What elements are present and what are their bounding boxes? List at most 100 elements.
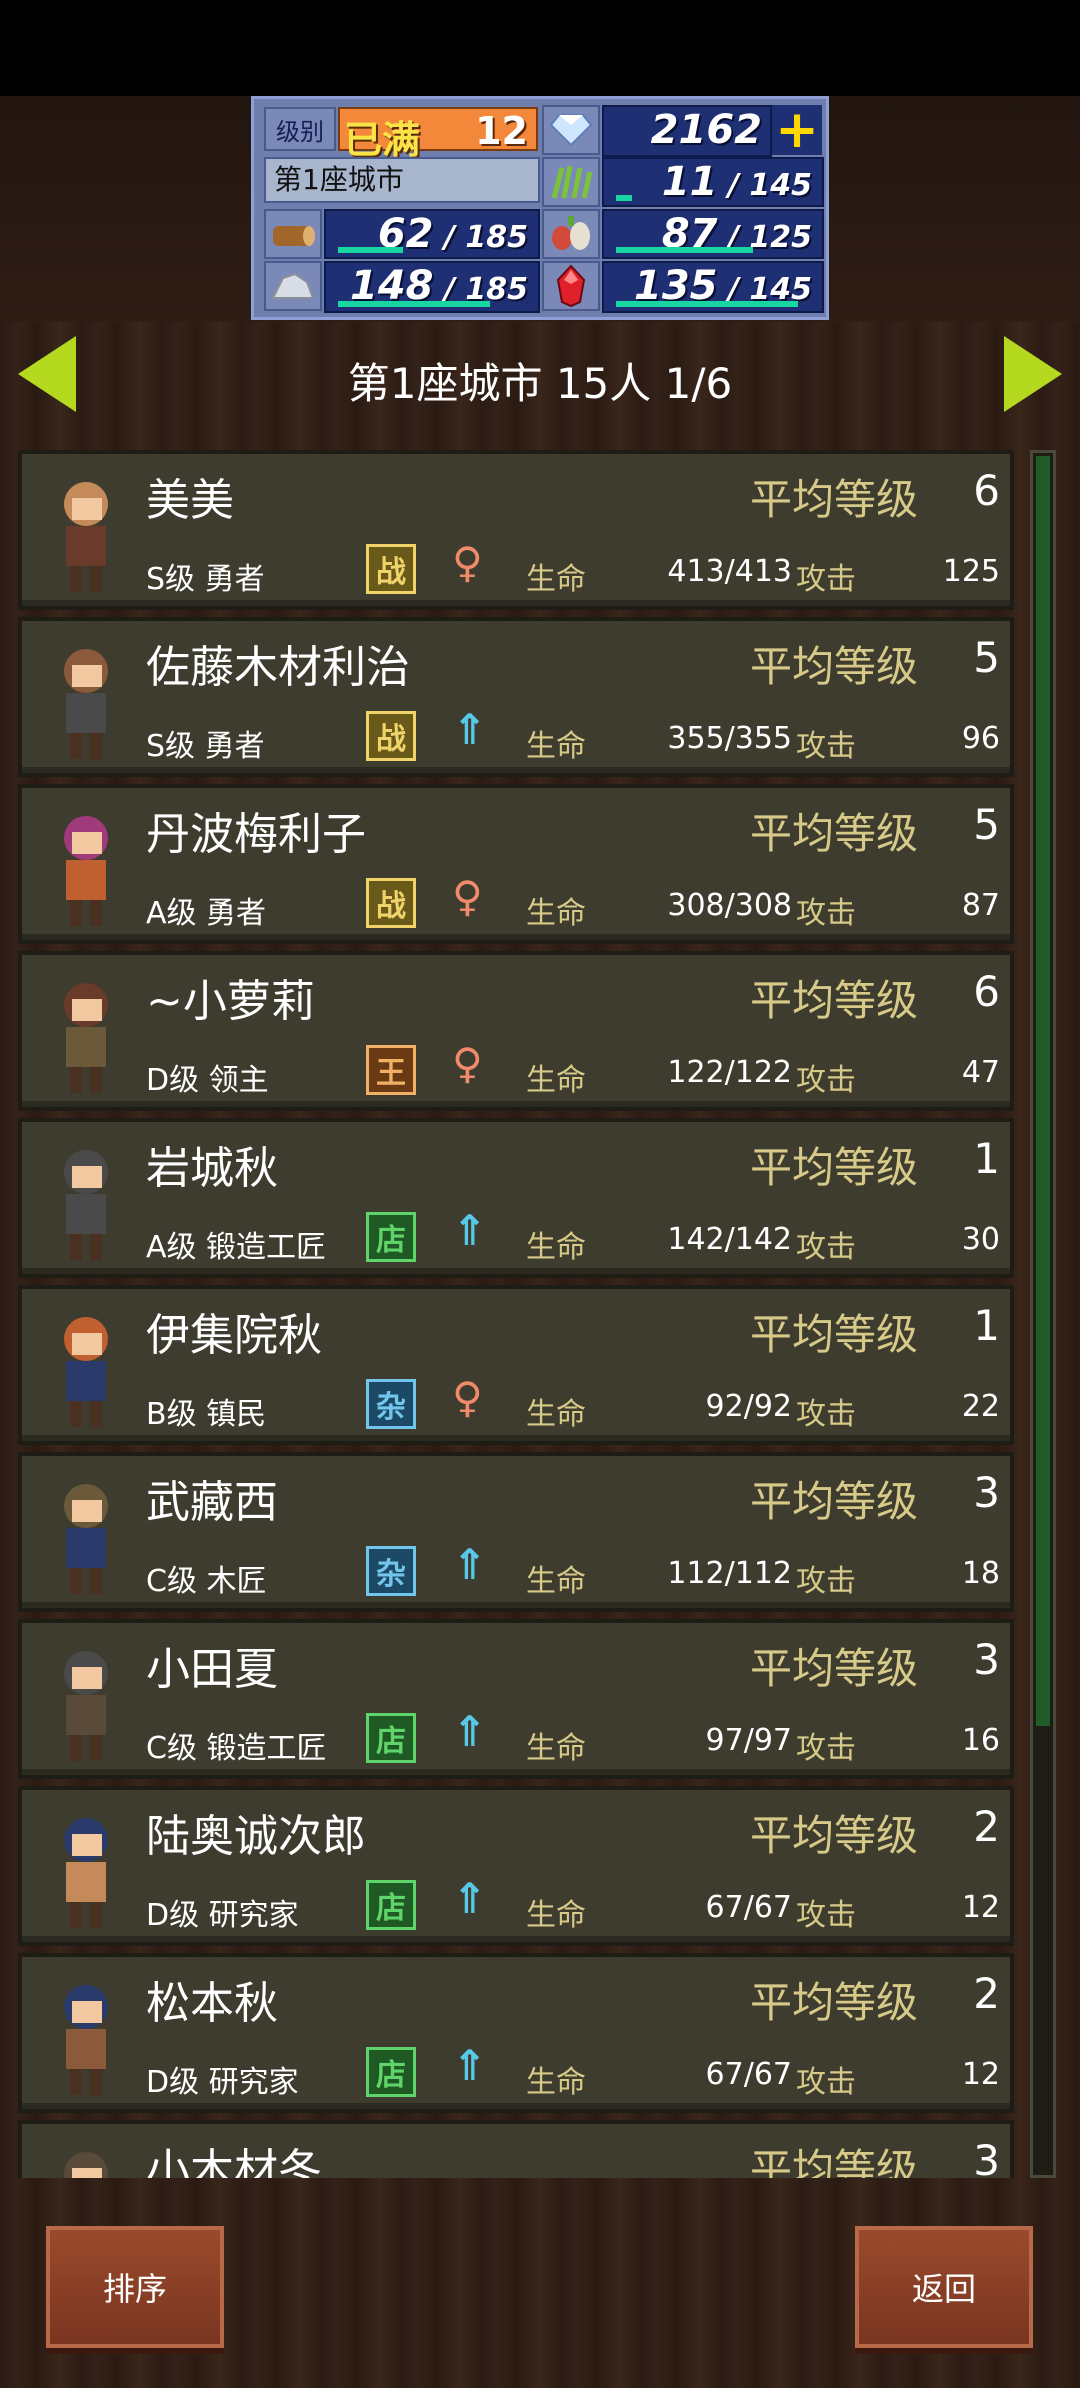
resident-rank-class: D级 领主 — [146, 1063, 269, 1098]
sort-button[interactable]: 排序 — [46, 2226, 224, 2348]
back-button[interactable]: 返回 — [855, 2226, 1033, 2348]
food-bar — [616, 247, 753, 253]
food-icon — [542, 209, 600, 259]
average-level-label: 平均等级 — [749, 642, 918, 691]
resident-row[interactable]: 丹波梅利子 平均等级 5 A级 勇者 战 ♀ 生命 308/308 攻击 87 — [18, 784, 1014, 944]
wood-counter: 62 / 185 — [324, 209, 540, 259]
resident-name: 武藏西 — [146, 1477, 278, 1528]
job-badge: 店 — [366, 1713, 416, 1763]
resident-rank-class: A级 锻造工匠 — [146, 1230, 327, 1265]
attack-label: 攻击 — [796, 729, 856, 764]
resident-name: 丹波梅利子 — [146, 809, 366, 860]
ruby-bar — [616, 301, 798, 307]
resident-level: 3 — [973, 1635, 1000, 1684]
resident-name: 小田夏 — [146, 1644, 278, 1695]
average-level-label: 平均等级 — [749, 2145, 918, 2178]
average-level-label: 平均等级 — [749, 1310, 918, 1359]
attack-label: 攻击 — [796, 1731, 856, 1766]
wood-max: 185 — [465, 220, 528, 255]
average-level-label: 平均等级 — [749, 1811, 918, 1860]
average-level-label: 平均等级 — [749, 475, 918, 524]
job-badge: 战 — [366, 544, 416, 594]
hp-label: 生命 — [526, 2065, 586, 2100]
resident-rank-class: D级 研究家 — [146, 1898, 299, 1933]
attack-label: 攻击 — [796, 896, 856, 931]
resident-row[interactable]: 陆奥诚次郎 平均等级 2 D级 研究家 店 ⇑ 生命 67/67 攻击 12 — [18, 1786, 1014, 1946]
resident-avatar — [34, 798, 144, 932]
resident-avatar — [34, 1800, 144, 1934]
resident-rank-class: S级 勇者 — [146, 729, 265, 764]
grass-max: 145 — [749, 168, 812, 203]
resident-avatar — [34, 631, 144, 765]
job-badge: 战 — [366, 711, 416, 761]
female-icon: ♀ — [452, 1039, 483, 1088]
average-level-label: 平均等级 — [749, 1143, 918, 1192]
add-gems-button[interactable]: + — [772, 104, 822, 156]
average-level-label: 平均等级 — [749, 1978, 918, 2027]
resident-list[interactable]: 美美 平均等级 6 S级 勇者战 ♀ 生命 413/413 攻击 125 佐藤木材利治 平均等级 5 S… — [18, 450, 1016, 2178]
hp-label: 生命 — [526, 729, 586, 764]
resident-rank-class: B级 镇民 — [146, 1397, 267, 1432]
gem-value: 2162 — [650, 107, 762, 153]
city-name-label: 第1座城市 — [264, 157, 540, 203]
resident-row[interactable]: 松本秋 平均等级 2 D级 研究家 店 ⇑ 生命 67/67 攻击 12 — [18, 1953, 1014, 2113]
resident-level: 6 — [973, 967, 1000, 1016]
food-counter: 87 / 125 — [602, 209, 824, 259]
hp-label: 生命 — [526, 562, 586, 597]
job-badge: 杂 — [366, 1546, 416, 1596]
grass-icon — [542, 157, 600, 207]
resident-row[interactable]: 小木材冬 平均等级 3 — [18, 2120, 1014, 2178]
average-level-label: 平均等级 — [749, 1477, 918, 1526]
stone-icon — [264, 261, 322, 311]
scrollbar[interactable] — [1030, 450, 1056, 2178]
female-icon: ♀ — [452, 872, 483, 921]
attack-label: 攻击 — [796, 2065, 856, 2100]
resident-hp: 355/355 — [667, 721, 792, 756]
hp-label: 生命 — [526, 1397, 586, 1432]
resident-row[interactable]: 美美 平均等级 6 S级 勇者 战 ♀ 生命 413/413 攻击 125 — [18, 450, 1014, 610]
male-icon: ⇑ — [452, 1540, 488, 1589]
resident-name: 佐藤木材利治 — [146, 642, 410, 693]
hp-label: 生命 — [526, 1564, 586, 1599]
resident-row[interactable]: 伊集院秋 平均等级 1 B级 镇民 杂 ♀ 生命 92/92 攻击 22 — [18, 1285, 1014, 1445]
scrollbar-thumb[interactable] — [1036, 456, 1050, 1726]
resident-level: 5 — [973, 800, 1000, 849]
male-icon: ⇑ — [452, 1874, 488, 1923]
resident-row[interactable]: 岩城秋 平均等级 1 A级 锻造工匠 店 ⇑ 生命 142/142 攻击 30 — [18, 1118, 1014, 1278]
next-page-arrow[interactable] — [1004, 336, 1062, 412]
job-badge: 店 — [366, 1880, 416, 1930]
job-badge: 战 — [366, 878, 416, 928]
resident-hp: 122/122 — [667, 1055, 792, 1090]
resident-avatar — [34, 2134, 144, 2178]
gem-counter: 2162 — [602, 105, 772, 157]
female-icon: ♀ — [452, 1373, 483, 1422]
hp-label: 生命 — [526, 1898, 586, 1933]
resident-row[interactable]: ~小萝莉 平均等级 6 D级 领主 王 ♀ 生命 122/122 攻击 47 — [18, 951, 1014, 1111]
resident-hp: 92/92 — [705, 1389, 792, 1424]
resident-row[interactable]: 小田夏 平均等级 3 C级 锻造工匠 店 ⇑ 生命 97/97 攻击 16 — [18, 1619, 1014, 1779]
resident-name: 陆奥诚次郎 — [146, 1811, 366, 1862]
attack-label: 攻击 — [796, 1397, 856, 1432]
resident-level: 6 — [973, 466, 1000, 515]
wood-bar — [338, 247, 403, 253]
resident-avatar — [34, 965, 144, 1099]
resident-name: 小木材冬 — [146, 2145, 322, 2178]
hp-label: 生命 — [526, 896, 586, 931]
hp-label: 生命 — [526, 1063, 586, 1098]
food-max: 125 — [749, 220, 812, 255]
grass-value: 11 — [661, 159, 718, 205]
resident-row[interactable]: 武藏西 平均等级 3 C级 木匠 杂 ⇑ 生命 112/112 攻击 18 — [18, 1452, 1014, 1612]
average-level-label: 平均等级 — [749, 1644, 918, 1693]
resident-rank-class: A级 勇者 — [146, 896, 267, 931]
attack-label: 攻击 — [796, 1564, 856, 1599]
grass-bar — [616, 195, 632, 201]
wood-icon — [264, 209, 322, 259]
resident-avatar — [34, 1466, 144, 1600]
resident-hp: 97/97 — [705, 1723, 792, 1758]
resident-hp: 413/413 — [667, 554, 792, 589]
resident-attack: 30 — [961, 1222, 1000, 1257]
resident-level: 1 — [973, 1134, 1000, 1183]
attack-label: 攻击 — [796, 1898, 856, 1933]
status-bar — [0, 0, 1080, 96]
resident-row[interactable]: 佐藤木材利治 平均等级 5 S级 勇者 战 ⇑ 生命 355/355 攻击 96 — [18, 617, 1014, 777]
